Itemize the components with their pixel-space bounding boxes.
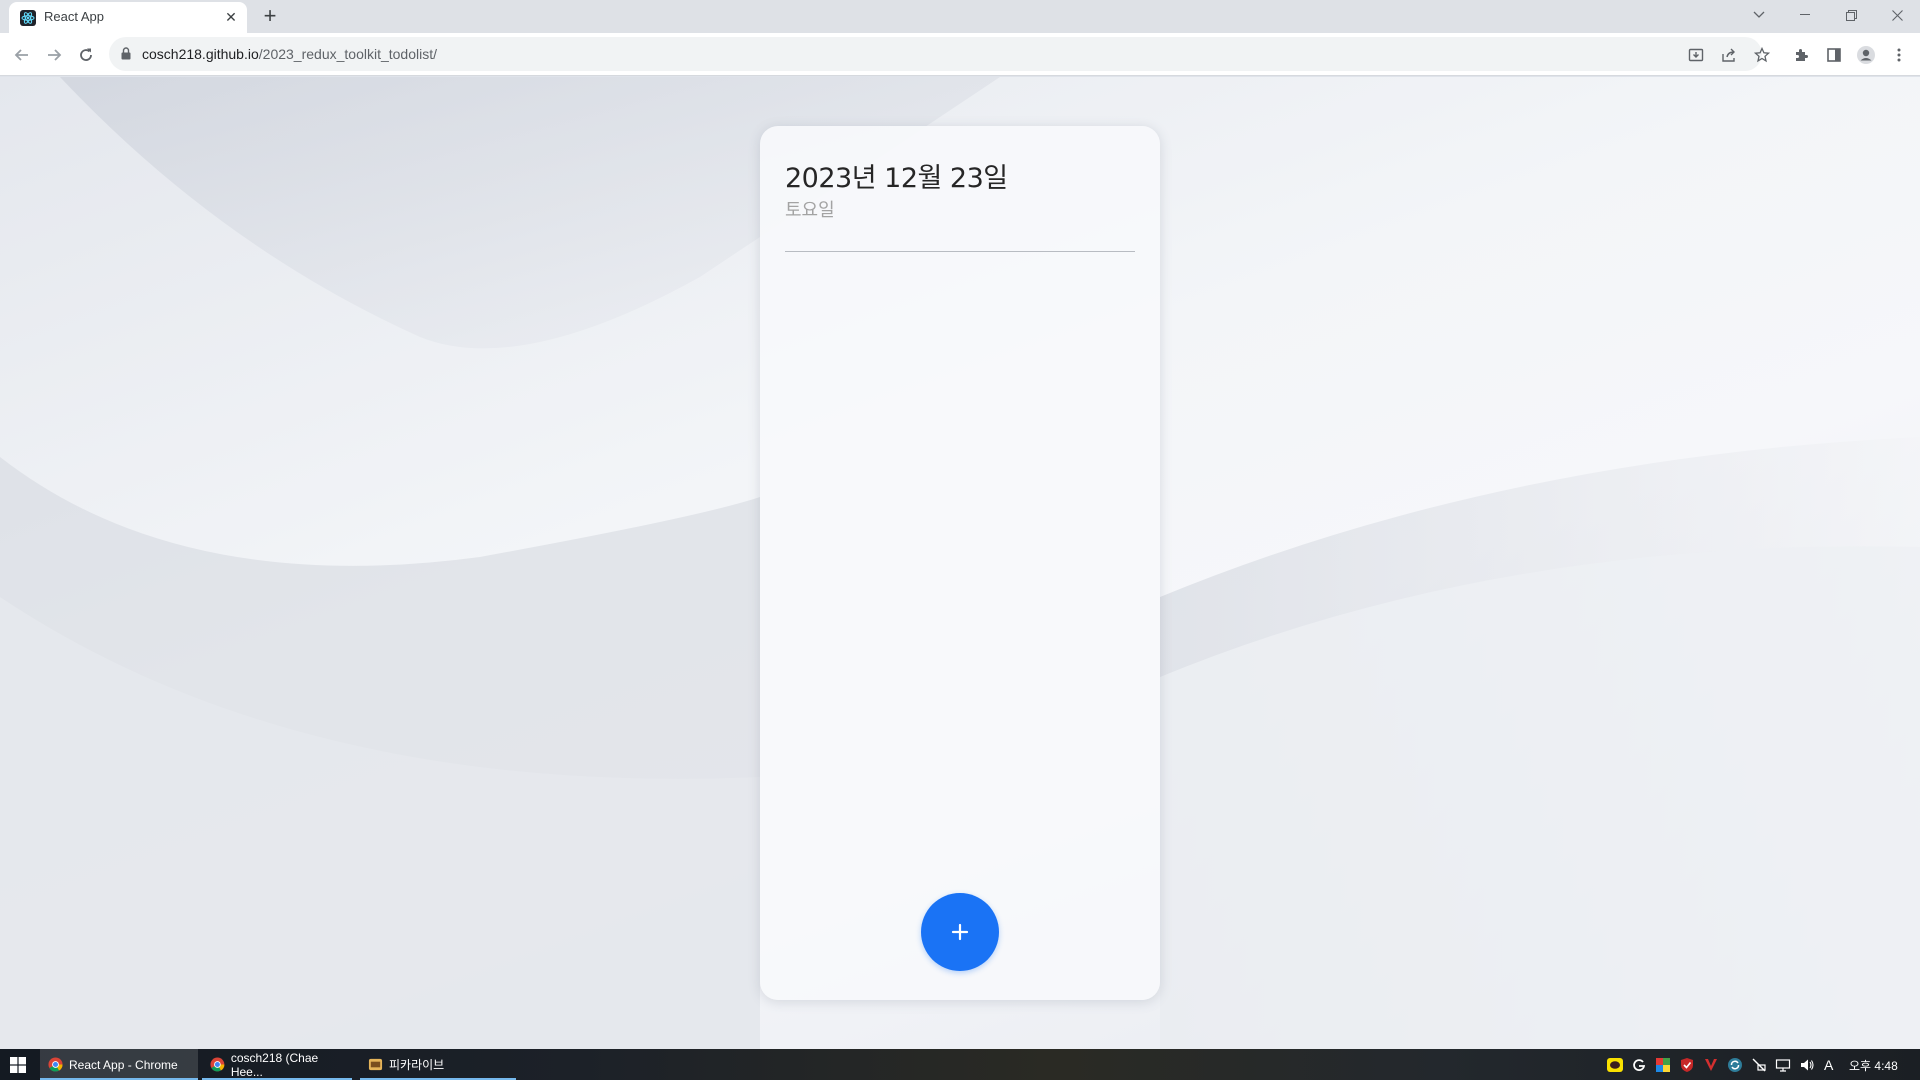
address-bar[interactable]: cosch218.github.io/2023_redux_toolkit_to… xyxy=(109,37,1762,71)
minimize-button[interactable] xyxy=(1782,0,1828,30)
forward-arrow-icon[interactable] xyxy=(41,42,67,68)
weekday-label: 토요일 xyxy=(785,200,835,221)
kakaotalk-tray-icon[interactable] xyxy=(1607,1057,1623,1073)
taskbar-item-chrome-profile[interactable]: cosch218 (Chae Hee... xyxy=(202,1049,352,1080)
volume-icon[interactable] xyxy=(1799,1057,1815,1073)
taskbar-item-label: cosch218 (Chae Hee... xyxy=(230,1050,319,1079)
g-tray-icon[interactable] xyxy=(1631,1057,1647,1073)
display-tray-icon[interactable] xyxy=(1775,1057,1791,1073)
taskbar-item-react-app[interactable]: React App - Chrome xyxy=(40,1049,198,1080)
browser-tab[interactable]: React App ✕ xyxy=(9,2,247,33)
tab-title: React App xyxy=(44,9,104,24)
bookmark-star-icon[interactable] xyxy=(1749,42,1775,68)
taskbar-clock[interactable]: 오후 4:48 xyxy=(1849,1057,1898,1074)
extensions-puzzle-icon[interactable] xyxy=(1788,42,1814,68)
install-app-icon[interactable] xyxy=(1683,42,1709,68)
profile-avatar-icon[interactable] xyxy=(1853,42,1879,68)
side-panel-icon[interactable] xyxy=(1821,42,1847,68)
close-tab-icon[interactable]: ✕ xyxy=(222,8,240,26)
windows-start-icon[interactable] xyxy=(0,1049,36,1080)
close-window-button[interactable] xyxy=(1874,0,1920,30)
security-tray-icon[interactable] xyxy=(1655,1057,1671,1073)
lock-icon[interactable] xyxy=(121,47,131,65)
plus-icon xyxy=(951,923,969,941)
add-todo-button[interactable] xyxy=(921,893,999,971)
chrome-icon xyxy=(210,1057,225,1072)
share-icon[interactable] xyxy=(1716,42,1742,68)
taskbar-item-label: 피카라이브 xyxy=(389,1058,445,1072)
sync-tray-icon[interactable] xyxy=(1727,1057,1743,1073)
back-arrow-icon[interactable] xyxy=(9,42,35,68)
url-path: /2023_redux_toolkit_todolist/ xyxy=(258,46,437,62)
taskbar-item-picalive[interactable]: 피카라이브 xyxy=(360,1049,516,1080)
todo-card: 2023년 12월 23일 토요일 xyxy=(760,126,1160,1000)
windows-taskbar: React App - Chrome cosch218 (Chae Hee...… xyxy=(0,1049,1920,1080)
url-text[interactable]: cosch218.github.io/2023_redux_toolkit_to… xyxy=(142,46,437,62)
chrome-icon xyxy=(48,1057,63,1072)
restore-button[interactable] xyxy=(1828,0,1874,30)
todo-list xyxy=(785,266,1135,866)
reload-icon[interactable] xyxy=(73,42,99,68)
browser-toolbar: cosch218.github.io/2023_redux_toolkit_to… xyxy=(0,33,1920,76)
tab-search-icon[interactable] xyxy=(1736,0,1782,30)
app-icon xyxy=(368,1058,383,1071)
kebab-menu-icon[interactable] xyxy=(1886,42,1912,68)
date-heading: 2023년 12월 23일 xyxy=(785,163,1008,194)
new-tab-button[interactable]: + xyxy=(258,4,282,28)
shield-tray-icon[interactable] xyxy=(1679,1057,1695,1073)
tab-strip: React App ✕ + xyxy=(0,0,1920,33)
app-viewport: 2023년 12월 23일 토요일 xyxy=(0,77,1920,1049)
v-tray-icon[interactable] xyxy=(1703,1057,1719,1073)
network-tray-icon[interactable] xyxy=(1751,1057,1767,1073)
header-divider xyxy=(785,251,1135,252)
taskbar-item-label: React App - Chrome xyxy=(69,1057,178,1072)
react-favicon-icon xyxy=(20,10,36,26)
ime-indicator[interactable]: A xyxy=(1824,1057,1840,1073)
url-host: cosch218.github.io xyxy=(142,46,259,62)
